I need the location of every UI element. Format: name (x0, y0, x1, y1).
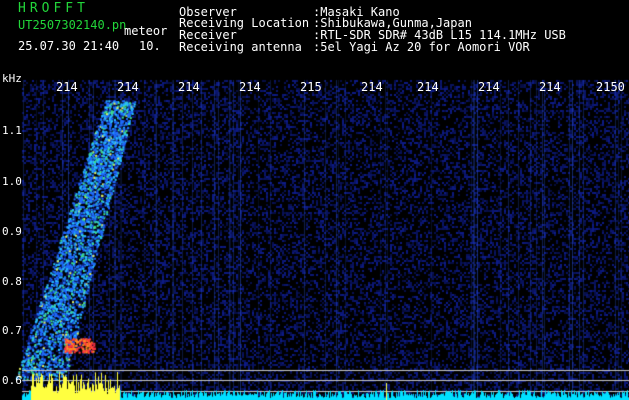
mode-label: meteor (124, 24, 168, 38)
time-tick-label: 215 (300, 80, 322, 94)
y-tick-label: 0.6 (2, 374, 22, 387)
hrofft-logo: HROFFT (18, 1, 89, 16)
time-tick-label: 214 (239, 80, 261, 94)
capture-datetime: 25.07.30 21:40 (18, 39, 120, 53)
time-tick-label: 214 (478, 80, 500, 94)
y-tick-label: 1.1 (2, 124, 22, 137)
antenna-label: Receiving antenna (179, 40, 302, 54)
time-tick-label: 214 (117, 80, 139, 94)
y-tick-label: 1.0 (2, 175, 22, 188)
spectrogram-canvas (0, 0, 629, 400)
antenna-value: :5el Yagi Az 20 for Aomori VOR (313, 40, 530, 54)
y-axis-unit: kHz (2, 72, 22, 85)
time-tick-label: 2150 (596, 80, 625, 94)
meteor-count: 10. (139, 39, 161, 53)
time-tick-label: 214 (539, 80, 561, 94)
time-tick-label: 214 (56, 80, 78, 94)
file-name: UT2507302140.pn (18, 18, 127, 32)
y-tick-label: 0.9 (2, 225, 22, 238)
y-tick-label: 0.7 (2, 324, 22, 337)
time-tick-label: 214 (361, 80, 383, 94)
y-tick-label: 0.8 (2, 275, 22, 288)
time-tick-label: 214 (417, 80, 439, 94)
time-tick-label: 214 (178, 80, 200, 94)
